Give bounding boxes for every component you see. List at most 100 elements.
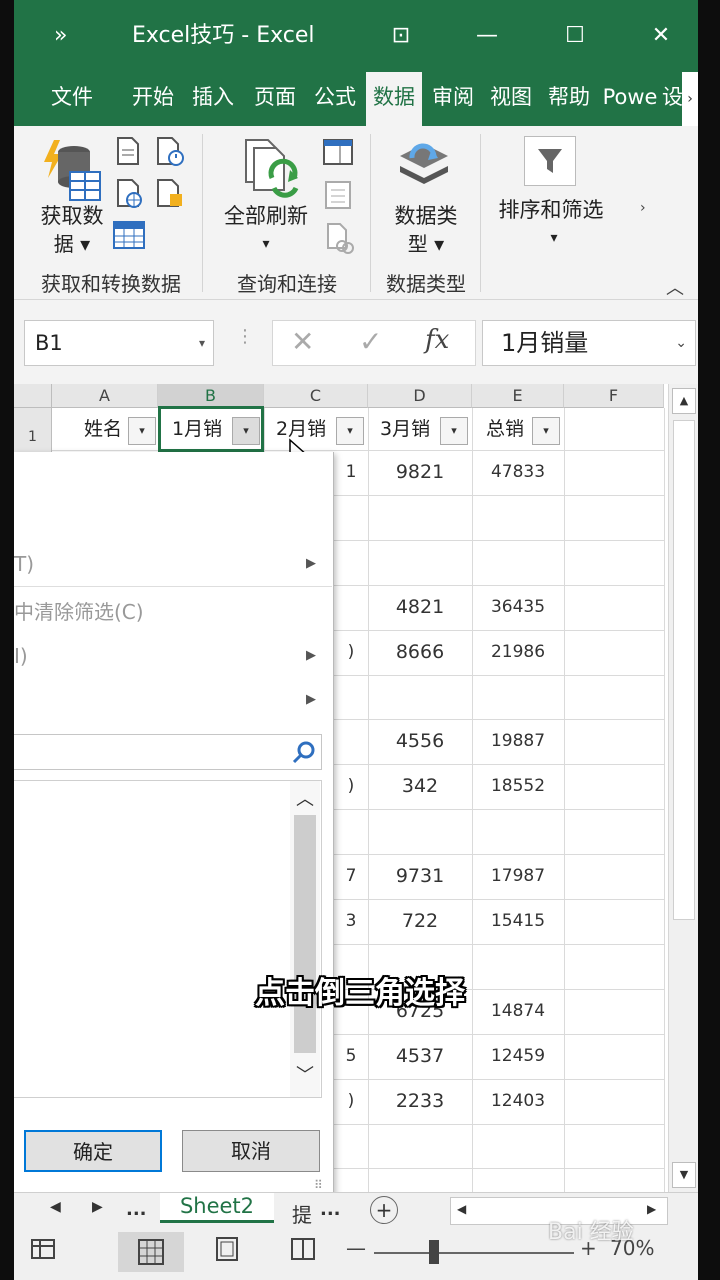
list-scroll-up-icon[interactable]: ︿ [292,785,318,815]
tab-power-pivot[interactable]: Powe [600,72,660,126]
tab-home[interactable]: 开始 [126,72,180,126]
header-name[interactable]: 姓名 [84,408,122,450]
cell-d-row-5[interactable]: 4821 [368,585,472,630]
cancel-entry-icon[interactable]: ✕ [291,325,314,358]
column-header-d[interactable]: D [368,384,472,408]
list-scrollbar[interactable]: ︿ ﹀ [290,781,320,1097]
queries-connections-icon[interactable] [322,138,354,170]
filter-dropdown-feb-sales[interactable]: ▾ [336,417,364,445]
filter-search-input[interactable] [14,734,322,770]
cell-c-row-4[interactable] [334,540,368,585]
cell-e-row-11[interactable]: 17987 [472,854,564,899]
cell-d-row-12[interactable]: 722 [368,899,472,944]
data-types-label[interactable]: 数据类 [386,202,466,230]
select-all-corner[interactable] [14,384,52,408]
header-mar-sales[interactable]: 3月销 [380,408,430,450]
cell-e-row-2[interactable]: 47833 [472,450,564,495]
from-table-icon[interactable] [112,218,146,256]
cell-c-row-3[interactable] [334,495,368,540]
collapse-ribbon-icon[interactable]: ︿ [666,274,684,300]
cell-c-row-17[interactable] [334,1124,368,1169]
cell-c-row-6[interactable]: ) [334,630,368,675]
tab-formulas[interactable]: 公式 [308,72,362,126]
cell-e-row-5[interactable]: 36435 [472,585,564,630]
zoom-out-button[interactable]: — [346,1236,366,1260]
formula-bar-resize-handle[interactable]: ⋮ [236,326,254,347]
cell-d-row-2[interactable]: 9821 [368,450,472,495]
scroll-down-button[interactable]: ▼ [672,1162,696,1188]
column-header-f[interactable]: F [564,384,664,408]
cell-d-row-11[interactable]: 9731 [368,854,472,899]
ok-button[interactable]: 确定 [24,1130,162,1172]
recent-sources-icon[interactable] [154,136,186,172]
data-types-label-2[interactable]: 型 ▾ [386,230,466,258]
edit-links-icon[interactable] [324,222,354,258]
get-data-label[interactable]: 获取数 [34,202,110,230]
refresh-all-label[interactable]: 全部刷新 [218,202,314,230]
filter-dropdown-mar-sales[interactable]: ▾ [440,417,468,445]
cell-c-row-7[interactable] [334,675,368,720]
add-sheet-button[interactable]: + [370,1196,398,1224]
sort-filter-dropdown-icon[interactable]: ▾ [542,224,566,252]
cell-c-row-16[interactable]: ) [334,1079,368,1124]
filter-dropdown-total-sales[interactable]: ▾ [532,417,560,445]
column-header-a[interactable]: A [52,384,158,408]
refresh-all-dropdown-icon[interactable]: ▾ [254,230,278,258]
cell-e-row-4[interactable] [472,540,564,585]
close-button[interactable]: ✕ [646,18,676,54]
list-scroll-thumb[interactable] [294,815,316,1053]
cell-e-row-17[interactable] [472,1124,564,1169]
tabs-scroll-right-button[interactable]: › [682,72,698,126]
list-scroll-down-icon[interactable]: ﹀ [292,1061,318,1091]
sort-filter-label[interactable]: 排序和筛选 [492,196,610,224]
get-data-label-2[interactable]: 据 ▾ [34,230,110,258]
cell-c-row-10[interactable] [334,809,368,854]
properties-icon[interactable] [324,180,352,214]
menu-item-clear-filter[interactable]: 中清除筛选(C) [14,590,332,634]
cell-d-row-7[interactable] [368,675,472,720]
resize-grip-icon[interactable]: ⠿ [314,1178,323,1192]
cell-d-row-10[interactable] [368,809,472,854]
filter-values-list[interactable]: ︿ ﹀ [14,780,322,1098]
column-header-e[interactable]: E [472,384,564,408]
more-sheets-left-button[interactable]: ... [126,1199,147,1220]
zoom-slider[interactable] [374,1252,574,1254]
row-header-1[interactable]: 1 [14,408,52,450]
cancel-button[interactable]: 取消 [182,1130,320,1172]
ribbon-scroll-right-button[interactable]: › [640,200,646,216]
menu-item-number-filters[interactable]: ▶ [14,678,332,722]
cell-d-row-15[interactable]: 4537 [368,1034,472,1079]
filter-dropdown-name[interactable]: ▾ [128,417,156,445]
existing-connections-icon[interactable] [154,178,186,214]
column-header-b[interactable]: B [158,384,264,408]
sheet-tab-next[interactable]: 提 [292,1199,312,1228]
from-web-icon[interactable] [114,178,146,214]
cell-d-row-17[interactable] [368,1124,472,1169]
cell-e-row-7[interactable] [472,675,564,720]
tab-view[interactable]: 视图 [484,72,538,126]
more-sheets-right-button[interactable]: ... [320,1199,341,1220]
prev-sheet-button[interactable]: ◀ [50,1199,61,1215]
name-box-dropdown-icon[interactable]: ▾ [199,321,205,365]
maximize-button[interactable]: ☐ [560,18,590,54]
data-types-icon[interactable] [396,138,452,198]
cell-e-row-16[interactable]: 12403 [472,1079,564,1124]
cell-c-row-5[interactable] [334,585,368,630]
cell-c-row-9[interactable]: ) [334,764,368,809]
tab-help[interactable]: 帮助 [542,72,596,126]
cell-d-row-16[interactable]: 2233 [368,1079,472,1124]
from-text-csv-icon[interactable] [114,136,142,170]
cell-c-row-12[interactable]: 3 [334,899,368,944]
header-total-sales[interactable]: 总销 [486,408,524,450]
tab-design[interactable]: 设 [662,72,682,126]
cell-c-row-8[interactable] [334,719,368,764]
cell-e-row-6[interactable]: 21986 [472,630,564,675]
scroll-left-button[interactable]: ◀ [457,1202,466,1216]
cell-d-row-6[interactable]: 8666 [368,630,472,675]
vertical-scrollbar[interactable]: ▲ ▼ [668,384,698,1192]
cell-c-row-15[interactable]: 5 [334,1034,368,1079]
cell-d-row-8[interactable]: 4556 [368,719,472,764]
zoom-slider-thumb[interactable] [429,1240,439,1264]
quick-access-more-button[interactable]: » [54,18,67,54]
name-box[interactable]: B1 ▾ [24,320,214,366]
